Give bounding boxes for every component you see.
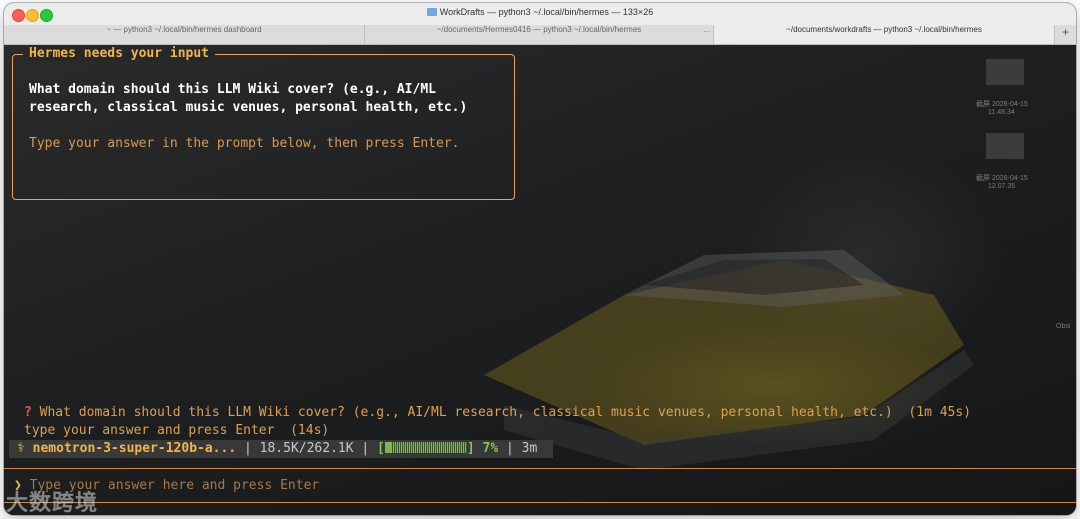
terminal-area[interactable]: 截屏 2026-04-15 11.48.34 截屏 2026-04-15 12.… (4, 45, 1076, 515)
model-name: nemotron-3-super-120b-a... (32, 441, 237, 456)
caduceus-icon: ⚕ (17, 441, 25, 456)
input-bottom-divider (4, 502, 1076, 503)
context-progress-fill (384, 442, 391, 453)
tab-bar: ~ — python3 ~/.local/bin/hermes dashboar… (4, 25, 1076, 45)
question-mark-icon: ? (24, 405, 32, 420)
status-bar: ⚕ nemotron-3-super-120b-a... | 18.5K/262… (9, 440, 553, 458)
question-line-2: research, classical music venues, person… (29, 100, 468, 115)
tab-workdrafts[interactable]: ~/documents/workdrafts — python3 ~/.loca… (714, 25, 1055, 44)
input-top-divider (4, 468, 1076, 469)
question-line-1: What domain should this LLM Wiki cover? … (29, 82, 436, 97)
window-title: WorkDrafts — python3 ~/.local/bin/hermes… (4, 7, 1076, 17)
context-progress-bar (384, 442, 467, 453)
panel-hint: Type your answer in the prompt below, th… (29, 136, 460, 151)
tab-hermes-dashboard[interactable]: ~ — python3 ~/.local/bin/hermes dashboar… (4, 25, 365, 44)
folder-icon (426, 8, 437, 16)
desktop-file-label: 12.07.35 (988, 183, 1016, 190)
context-percent: 7% (482, 441, 499, 456)
tab-hermes0416[interactable]: ~/documents/Hermes0416 — python3 ~/.loca… (365, 25, 714, 44)
pending-hint: type your answer and press Enter (14s) (24, 423, 330, 438)
desktop-file-label: Obsi (1056, 323, 1071, 330)
terminal-window: WorkDrafts — python3 ~/.local/bin/hermes… (4, 3, 1076, 515)
desktop-file-label: 截屏 2026-04-15 (976, 101, 1028, 108)
token-usage: 18.5K/262.1K (259, 441, 354, 456)
pending-question: ? What domain should this LLM Wiki cover… (24, 405, 972, 420)
elapsed-time: 3m (521, 441, 538, 456)
desktop-file-label: 截屏 2026-04-15 (976, 175, 1028, 182)
panel-title: Hermes needs your input (23, 46, 216, 61)
title-bar: WorkDrafts — python3 ~/.local/bin/hermes… (4, 3, 1076, 26)
watermark-logo: 大数跨境 (6, 491, 99, 515)
input-request-panel: Hermes needs your input What domain shou… (12, 46, 515, 200)
new-tab-button[interactable]: + (1055, 25, 1076, 44)
desktop-file-label: 11.48.34 (988, 109, 1015, 116)
tab-overflow-indicator: ... (703, 25, 710, 34)
